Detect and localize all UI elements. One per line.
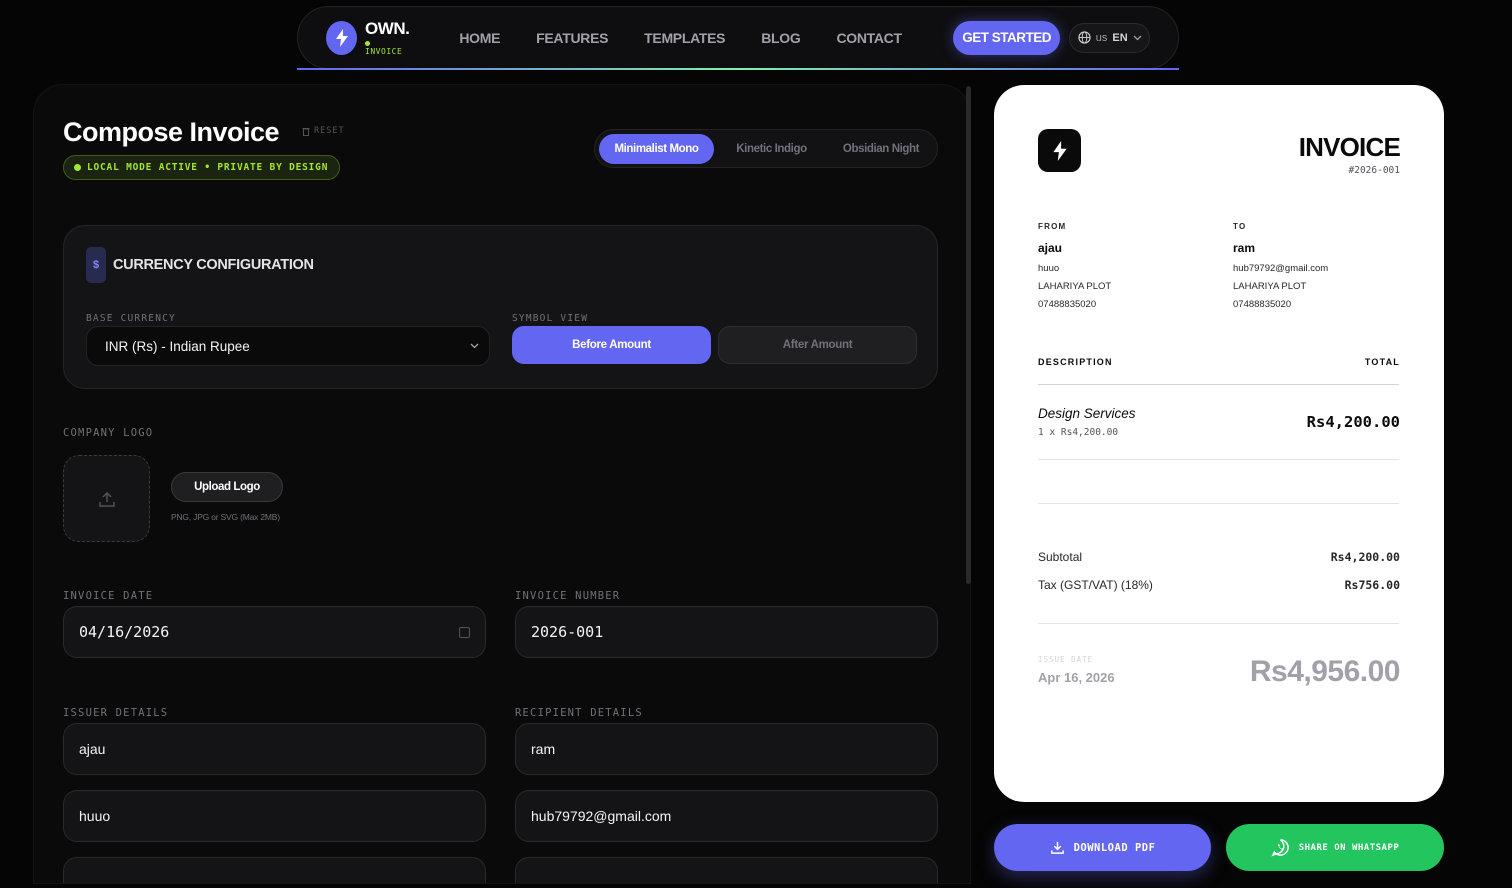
issue-date-label: ISSUE DATE <box>1038 655 1094 664</box>
company-logo-label: COMPANY LOGO <box>63 427 154 439</box>
grand-total: Rs4,956.00 <box>1249 655 1401 688</box>
divider <box>1038 623 1399 624</box>
to-email: hub79792@gmail.com <box>1233 263 1329 274</box>
upload-hint: PNG, JPG or SVG (Max 2MB) <box>171 512 280 522</box>
upload-icon <box>98 491 115 507</box>
issuer-line3-input[interactable] <box>63 857 486 883</box>
nav-links: HOME FEATURES TEMPLATES BLOG CONTACT <box>459 30 902 46</box>
from-label: FROM <box>1038 222 1067 231</box>
bolt-logo-icon[interactable] <box>326 20 358 55</box>
item-total: Rs4,200.00 <box>1306 413 1400 431</box>
status-dot <box>74 164 81 171</box>
description-header: DESCRIPTION <box>1038 357 1113 367</box>
tax-label: Tax (GST/VAT) (18%) <box>1038 578 1153 592</box>
nav-glow-line <box>297 68 1179 70</box>
theme-obsidian-night[interactable]: Obsidian Night <box>829 134 933 164</box>
invoice-preview: INVOICE #2026-001 FROM ajau huuo LAHARIY… <box>994 85 1444 802</box>
divider <box>1038 459 1399 460</box>
item-qty-line: 1 x Rs4,200.00 <box>1038 427 1119 438</box>
subtotal-label: Subtotal <box>1038 550 1083 564</box>
chevron-down-icon <box>1133 35 1142 40</box>
brand-name: OWN. <box>365 18 410 38</box>
tax-value: Rs756.00 <box>1344 578 1400 592</box>
composer-panel: Compose Invoice RESET LOCAL MODE ACTIVE … <box>33 84 971 884</box>
to-line2: LAHARIYA PLOT <box>1233 281 1307 292</box>
base-currency-label: BASE CURRENCY <box>86 313 176 324</box>
logo-dropzone[interactable] <box>63 455 150 542</box>
total-header: TOTAL <box>1364 357 1400 367</box>
issue-date: Apr 16, 2026 <box>1038 670 1115 685</box>
upload-logo-button[interactable]: Upload Logo <box>171 472 283 502</box>
theme-minimalist-mono[interactable]: Minimalist Mono <box>599 133 714 164</box>
from-name: ajau <box>1038 241 1063 255</box>
divider <box>1038 503 1399 504</box>
whatsapp-icon <box>1271 839 1289 857</box>
currency-title: CURRENCY CONFIGURATION <box>113 257 314 273</box>
subtotal-value: Rs4,200.00 <box>1330 550 1400 564</box>
download-pdf-button[interactable]: DOWNLOAD PDF <box>994 824 1211 871</box>
globe-icon <box>1078 31 1091 44</box>
invoice-number: #2026-001 <box>1348 165 1400 176</box>
nav-link-features[interactable]: FEATURES <box>536 30 608 46</box>
invoice-number-label: INVOICE NUMBER <box>515 590 621 602</box>
language-selector[interactable]: us EN <box>1069 22 1150 53</box>
theme-switcher: Minimalist Mono Kinetic Indigo Obsidian … <box>594 129 938 168</box>
brand[interactable]: OWN. INVOICE <box>365 18 410 56</box>
recipient-name-input[interactable]: ram <box>515 723 938 775</box>
chevron-down-icon <box>470 343 479 349</box>
invoice-bolt-icon <box>1038 129 1081 172</box>
symbol-view-label: SYMBOL VIEW <box>512 313 589 324</box>
page-title: Compose Invoice <box>63 117 280 147</box>
recipient-details-label: RECIPIENT DETAILS <box>515 707 643 719</box>
invoice-date-label: INVOICE DATE <box>63 590 154 602</box>
currency-icon: $ <box>86 247 106 283</box>
recipient-line3-input[interactable] <box>515 857 938 883</box>
get-started-button[interactable]: GET STARTED <box>952 20 1061 55</box>
to-label: TO <box>1233 222 1247 231</box>
nav-link-contact[interactable]: CONTACT <box>836 30 902 46</box>
nav-link-templates[interactable]: TEMPLATES <box>644 30 725 46</box>
base-currency-select[interactable]: INR (Rs) - Indian Rupee <box>86 326 490 366</box>
share-whatsapp-button[interactable]: SHARE ON WHATSAPP <box>1226 824 1444 871</box>
currency-card: $ CURRENCY CONFIGURATION BASE CURRENCY I… <box>63 225 938 389</box>
from-line1: huuo <box>1038 263 1060 274</box>
issuer-details-label: ISSUER DETAILS <box>63 707 169 719</box>
to-name: ram <box>1233 241 1256 255</box>
item-description: Design Services <box>1038 406 1136 421</box>
lang-code: EN <box>1112 31 1128 44</box>
issuer-name-input[interactable]: ajau <box>63 723 486 775</box>
top-nav: OWN. INVOICE HOME FEATURES TEMPLATES BLO… <box>297 6 1179 69</box>
symbol-after-button[interactable]: After Amount <box>718 326 917 364</box>
invoice-title: INVOICE <box>1298 132 1401 162</box>
symbol-before-button[interactable]: Before Amount <box>512 326 711 364</box>
trash-icon <box>302 127 310 136</box>
recipient-email-input[interactable]: hub79792@gmail.com <box>515 790 938 842</box>
divider <box>1038 384 1399 385</box>
invoice-number-input[interactable]: 2026-001 <box>515 606 938 658</box>
download-icon <box>1050 841 1064 854</box>
reset-button[interactable]: RESET <box>302 126 345 136</box>
from-line2: LAHARIYA PLOT <box>1038 281 1112 292</box>
panel-scrollbar[interactable] <box>966 86 971 584</box>
lang-prefix: us <box>1095 31 1108 44</box>
invoice-date-input[interactable]: 04/16/2026 <box>63 606 486 658</box>
nav-link-blog[interactable]: BLOG <box>761 30 801 46</box>
calendar-icon[interactable] <box>459 626 470 638</box>
nav-link-home[interactable]: HOME <box>459 30 500 46</box>
to-phone: 07488835020 <box>1233 299 1292 310</box>
status-badge: LOCAL MODE ACTIVE • PRIVATE BY DESIGN <box>63 155 341 180</box>
theme-kinetic-indigo[interactable]: Kinetic Indigo <box>714 134 829 164</box>
brand-sub: INVOICE <box>365 40 409 56</box>
from-phone: 07488835020 <box>1038 299 1097 310</box>
issuer-line2-input[interactable]: huuo <box>63 790 486 842</box>
